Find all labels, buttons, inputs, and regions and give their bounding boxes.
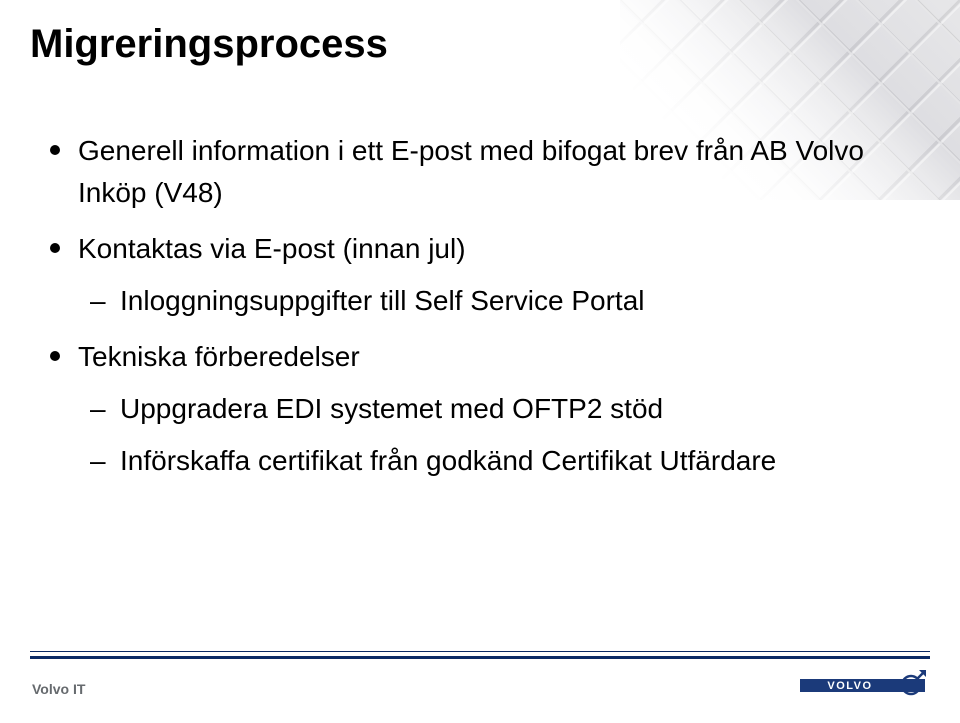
bullet-text: Tekniska förberedelser [78, 341, 360, 372]
bullet-item: Generell information i ett E-post med bi… [50, 130, 900, 214]
bullet-text: Kontaktas via E-post (innan jul) [78, 233, 466, 264]
sub-bullet-text: Inloggningsuppgifter till Self Service P… [120, 285, 645, 316]
footer: Volvo IT VOLVO [30, 651, 930, 701]
bullet-item: Kontaktas via E-post (innan jul) Inloggn… [50, 228, 900, 322]
sub-bullet-item: Inloggningsuppgifter till Self Service P… [90, 280, 900, 322]
bullet-text: Generell information i ett E-post med bi… [78, 135, 864, 208]
volvo-logo: VOLVO [800, 665, 930, 705]
bullet-item: Tekniska förberedelser Uppgradera EDI sy… [50, 336, 900, 482]
sub-bullet-item: Införskaffa certifikat från godkänd Cert… [90, 440, 900, 482]
sub-bullet-text: Uppgradera EDI systemet med OFTP2 stöd [120, 393, 663, 424]
footer-label: Volvo IT [32, 681, 85, 697]
sub-bullet-item: Uppgradera EDI systemet med OFTP2 stöd [90, 388, 900, 430]
slide-content: Generell information i ett E-post med bi… [50, 130, 900, 496]
footer-rule [30, 651, 930, 659]
slide-title: Migreringsprocess [30, 22, 388, 67]
slide: Migreringsprocess Generell information i… [0, 0, 960, 723]
sub-bullet-text: Införskaffa certifikat från godkänd Cert… [120, 445, 776, 476]
logo-text: VOLVO [827, 680, 872, 692]
